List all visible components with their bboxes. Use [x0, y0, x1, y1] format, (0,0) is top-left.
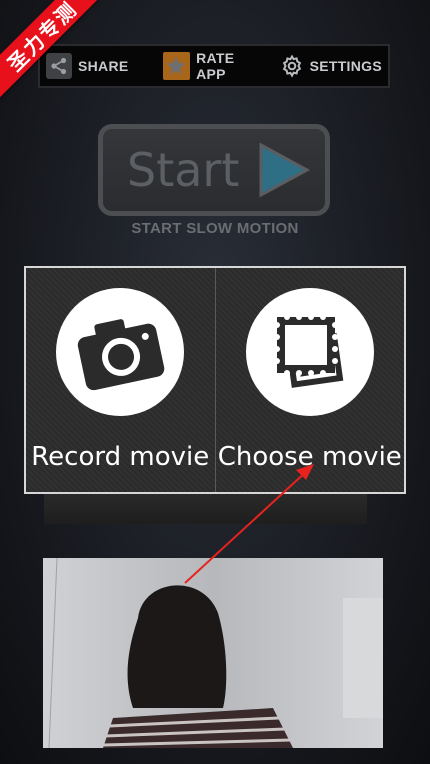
play-icon: [259, 142, 311, 198]
panel-shadow: [44, 494, 367, 524]
start-button[interactable]: Start: [98, 124, 330, 216]
video-frame: [43, 558, 383, 748]
top-toolbar: SHARE RATE APP SETTINGS: [38, 44, 390, 88]
share-button[interactable]: SHARE: [46, 53, 129, 79]
start-button-label: Start: [127, 143, 240, 197]
gear-icon: [279, 53, 305, 79]
start-subtitle: START SLOW MOTION: [131, 220, 299, 237]
share-label: SHARE: [78, 58, 129, 74]
record-movie-label: Record movie: [31, 442, 210, 472]
camera-icon: [78, 319, 165, 391]
choice-panel: Record movie Choose movie: [24, 266, 406, 494]
choose-movie-button[interactable]: Choose movie: [214, 268, 404, 492]
gallery-icon-circle: [245, 288, 374, 416]
rate-app-button[interactable]: RATE APP: [162, 50, 267, 82]
share-icon: [46, 53, 72, 79]
camera-icon-circle: [56, 288, 185, 416]
settings-button[interactable]: SETTINGS: [279, 53, 382, 79]
settings-label: SETTINGS: [309, 58, 382, 74]
rate-app-label: RATE APP: [196, 50, 235, 82]
record-movie-button[interactable]: Record movie: [26, 268, 215, 492]
gallery-stamps-icon: [273, 314, 344, 388]
star-icon: [162, 52, 191, 80]
choose-movie-label: Choose movie: [217, 442, 402, 472]
video-preview: [43, 558, 383, 748]
